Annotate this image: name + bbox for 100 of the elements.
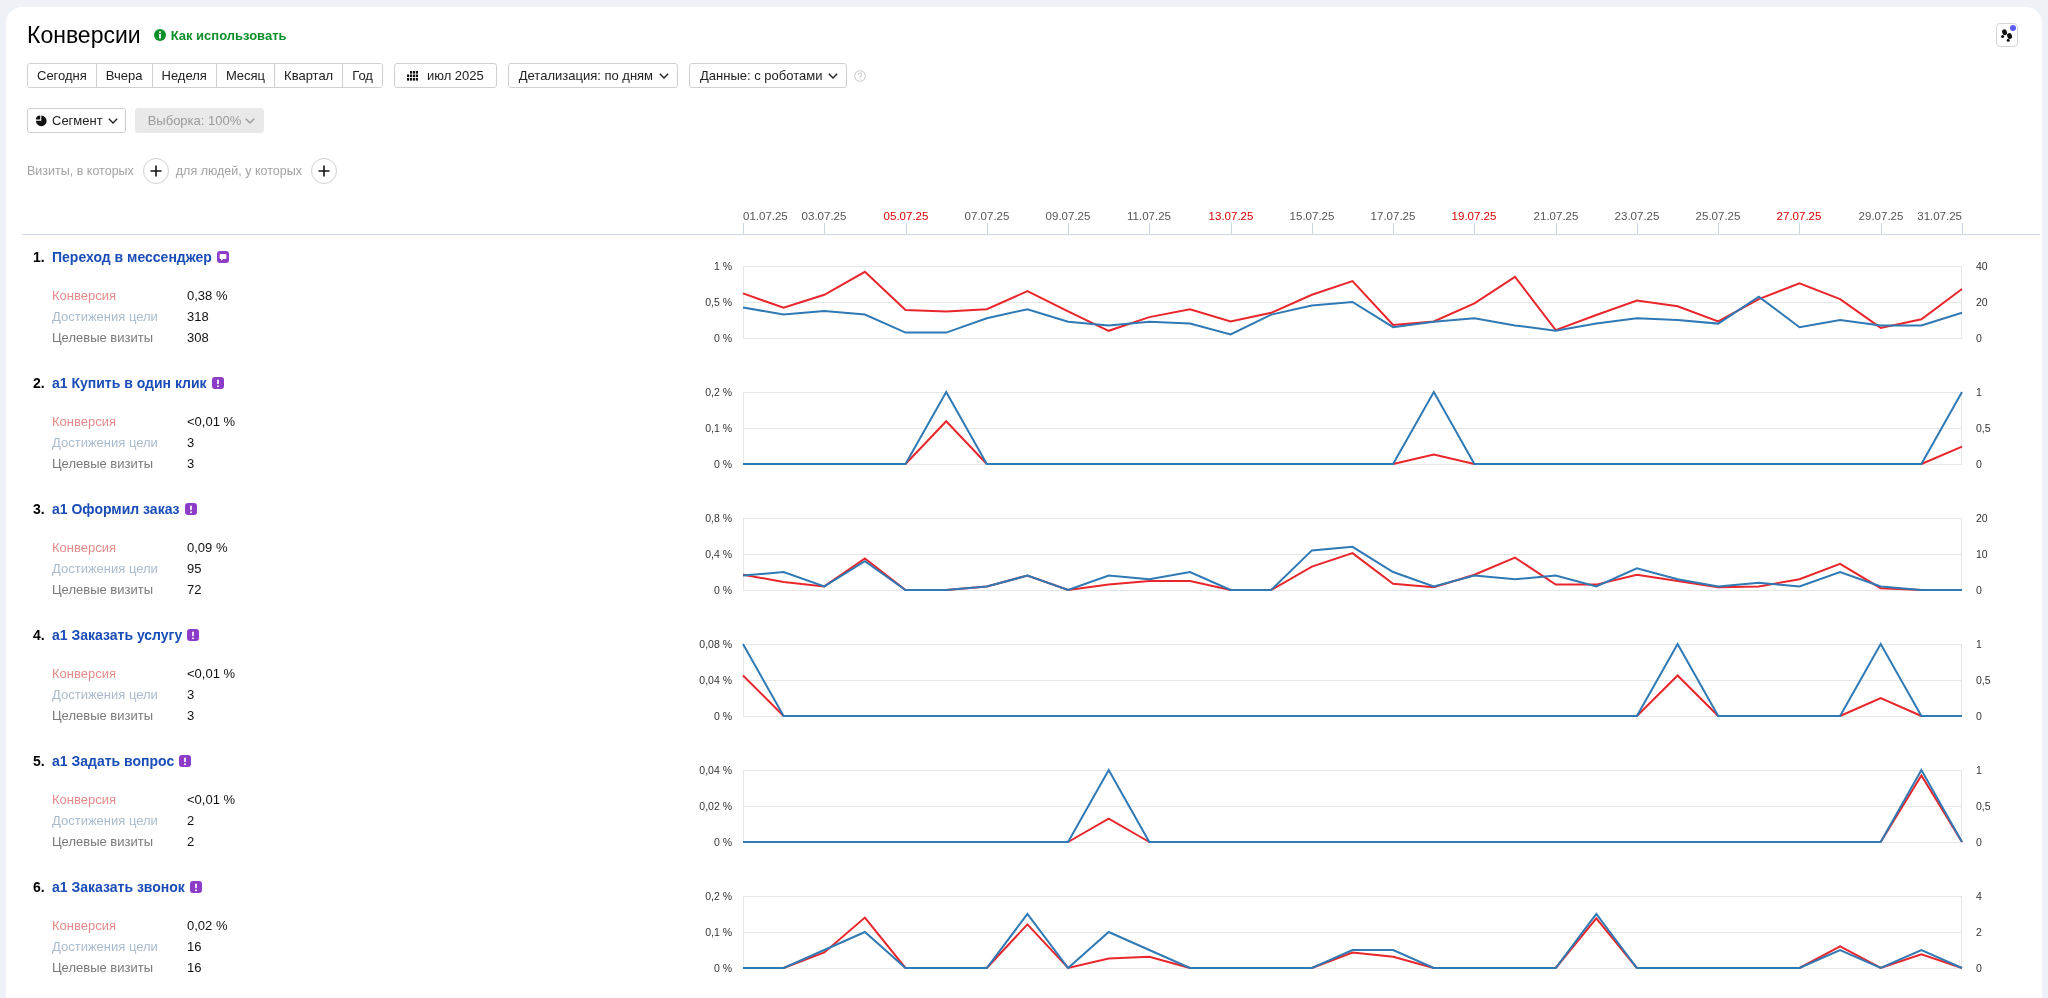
axis-label: 0,08 %	[699, 638, 732, 650]
axis-label: 4	[1976, 890, 1982, 902]
date-label: 09.07.25	[1045, 210, 1091, 222]
axis-label: 20	[1976, 512, 1988, 524]
metric-value: 0,02 %	[187, 918, 228, 933]
axis-label: 0 %	[713, 458, 732, 470]
date-label: 07.07.25	[964, 210, 1010, 222]
metric-label: Конверсия	[52, 918, 117, 933]
goal-number: 1.	[33, 249, 46, 265]
axis-label: 0,04 %	[699, 764, 732, 776]
detail-dropdown[interactable]: Детализация: по дням	[507, 63, 679, 88]
goal-link[interactable]: а1 Оформил заказ	[52, 501, 180, 517]
caret-icon	[659, 72, 670, 79]
date-label: 17.07.25	[1370, 210, 1416, 222]
metric-value: 3	[187, 708, 196, 723]
date-label: 05.07.25	[883, 210, 929, 222]
axis-label: 0	[1976, 332, 1982, 344]
axis-label: 0	[1976, 458, 1982, 470]
goal-link[interactable]: а1 Задать вопрос	[52, 753, 175, 769]
add-condition-button[interactable]	[142, 158, 169, 184]
date-label: 25.07.25	[1695, 210, 1741, 222]
metric-value: 0,09 %	[187, 540, 228, 555]
metric-value: 3	[187, 456, 196, 471]
metric-label: Достижения цели	[52, 561, 159, 576]
calendar-icon	[406, 70, 418, 81]
axis-label: 0,5	[1976, 800, 1991, 812]
metric-label: Достижения цели	[52, 813, 159, 828]
metric-value: 3	[187, 687, 196, 702]
caret-icon	[245, 117, 256, 124]
axis-label: 0 %	[713, 584, 732, 596]
plus-icon	[317, 165, 330, 177]
metric-label: Целевые визиты	[52, 330, 154, 345]
month-picker-button[interactable]: июл 2025	[393, 63, 497, 88]
metric-label: Целевые визиты	[52, 708, 154, 723]
metric-value: <0,01 %	[187, 792, 236, 807]
period-tab[interactable]: Год	[342, 64, 382, 87]
data-dropdown[interactable]: Данные: с роботами	[689, 63, 848, 88]
activity-button[interactable]	[1996, 23, 2018, 47]
metric-label: Конверсия	[52, 540, 117, 555]
axis-label: 10	[1976, 548, 1988, 560]
goal-number: 2.	[33, 375, 46, 391]
axis-label: 0	[1976, 962, 1982, 974]
segment-button[interactable]: Сегмент	[27, 108, 126, 133]
date-label: 23.07.25	[1614, 210, 1660, 222]
goal-number: 5.	[33, 753, 46, 769]
footprints-icon	[2001, 28, 2013, 42]
chat-icon	[216, 251, 229, 263]
metric-label: Конверсия	[52, 414, 117, 429]
axis-label: 0,4 %	[705, 548, 732, 560]
alert-icon	[184, 503, 197, 515]
date-label: 31.07.25	[1917, 210, 1962, 222]
goal-number: 4.	[33, 627, 46, 643]
metric-label: Достижения цели	[52, 309, 159, 324]
axis-label: 2	[1976, 926, 1982, 938]
axis-label: 1	[1976, 386, 1982, 398]
metric-label: Конверсия	[52, 288, 117, 303]
axis-label: 0,2 %	[705, 890, 732, 902]
date-label: 29.07.25	[1858, 210, 1904, 222]
axis-label: 0	[1976, 584, 1982, 596]
alert-icon	[187, 629, 200, 641]
axis-label: 1	[1976, 638, 1982, 650]
goal-link[interactable]: а1 Заказать звонок	[52, 879, 185, 895]
page-title: Конверсии	[27, 21, 141, 50]
axis-label: 0,1 %	[705, 926, 732, 938]
goal-link[interactable]: а1 Заказать услугу	[52, 627, 183, 643]
axis-label: 0 %	[713, 962, 732, 974]
date-label: 19.07.25	[1451, 210, 1497, 222]
axis-label: 0 %	[713, 710, 732, 722]
metric-label: Целевые визиты	[52, 834, 154, 849]
metric-label: Целевые визиты	[52, 456, 154, 471]
metric-label: Целевые визиты	[52, 960, 154, 975]
alert-icon	[189, 881, 202, 893]
metric-value: 308	[187, 330, 210, 345]
axis-label: 40	[1976, 260, 1988, 272]
how-to-use-link[interactable]: Как использовать	[153, 27, 287, 43]
metric-value: 72	[187, 582, 203, 597]
date-label: 21.07.25	[1533, 210, 1579, 222]
metric-value: 3	[187, 435, 196, 450]
axis-label: 0,1 %	[705, 422, 732, 434]
metric-label: Достижения цели	[52, 435, 159, 450]
metric-value: 2	[187, 834, 196, 849]
add-condition-button[interactable]	[310, 158, 337, 184]
metric-value: 318	[187, 309, 210, 324]
goal-link[interactable]: а1 Купить в один клик	[52, 375, 207, 391]
metric-value: 0,38 %	[187, 288, 228, 303]
axis-label: 0,2 %	[705, 386, 732, 398]
goal-number: 6.	[33, 879, 46, 895]
axis-label: 0	[1976, 710, 1982, 722]
plus-icon	[149, 165, 162, 177]
alert-icon	[211, 377, 224, 389]
pie-chart-icon	[35, 114, 47, 127]
goal-link[interactable]: Переход в мессенджер	[52, 249, 212, 265]
goal-number: 3.	[33, 501, 46, 517]
axis-label: 0	[1976, 836, 1982, 848]
axis-label: 0 %	[713, 332, 732, 344]
date-label: 13.07.25	[1208, 210, 1254, 222]
metric-label: Целевые визиты	[52, 582, 154, 597]
alert-icon	[179, 755, 192, 767]
axis-label: 0,5 %	[705, 296, 732, 308]
axis-label: 0,5	[1976, 674, 1991, 686]
